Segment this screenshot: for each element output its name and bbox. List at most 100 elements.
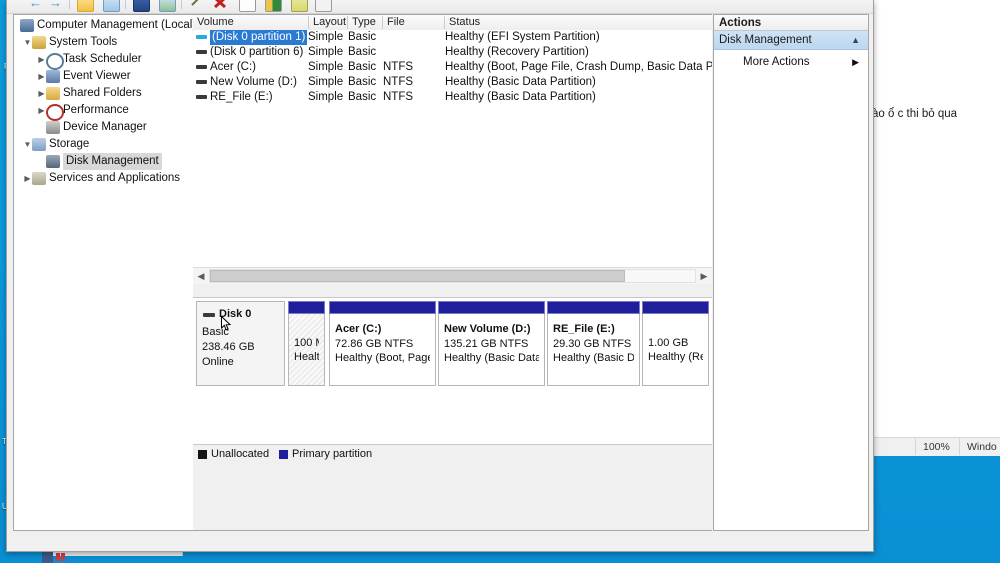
tree-item-task-scheduler[interactable]: ▶ Task Scheduler: [14, 51, 193, 70]
volume-name: RE_File (E:): [210, 91, 273, 103]
taskbar-icon-area[interactable]: [40, 552, 80, 563]
folder-icon[interactable]: [77, 0, 94, 12]
volume-type: Basic: [348, 76, 377, 88]
legend-label: Unallocated: [211, 448, 270, 460]
partition-body[interactable]: 1.00 GB Healthy (Re: [642, 314, 709, 386]
tree-item-shared-folders[interactable]: ▶ Shared Folders: [14, 85, 193, 102]
refresh-icon[interactable]: [159, 0, 176, 12]
storage-icon: [32, 138, 46, 151]
partition-block[interactable]: Acer (C:) 72.86 GB NTFS Healthy (Boot, Pag…: [329, 301, 436, 386]
partition-size: 100 M: [294, 337, 319, 349]
partition-body[interactable]: Acer (C:) 72.86 GB NTFS Healthy (Boot, Pag…: [329, 314, 436, 386]
tree-item-computer-management-local[interactable]: Computer Management (Local): [14, 17, 193, 34]
delete-icon[interactable]: [213, 0, 228, 10]
back-arrow-icon[interactable]: ←: [29, 0, 42, 9]
partition-body[interactable]: New Volume (D:) 135.21 GB NTFS Healthy (Ba…: [438, 314, 545, 386]
tree-item-event-viewer[interactable]: ▶ Event Viewer: [14, 68, 193, 85]
partition-block[interactable]: RE_File (E:) 29.30 GB NTFS Healthy (Basic …: [547, 301, 640, 386]
eventlog-icon: [46, 70, 60, 83]
scroll-left-arrow[interactable]: ◀: [193, 268, 209, 284]
volume-layout: Simple: [308, 91, 344, 103]
volume-row[interactable]: RE_File (E:) Simple Basic NTFS Healthy (Basi…: [193, 90, 712, 105]
disk-legend: Unallocated Primary partition: [193, 444, 712, 464]
tree-item-performance[interactable]: ▶ Performance: [14, 102, 193, 121]
devicemanager-icon: [46, 121, 60, 134]
tree-item-label: Computer Management (Local): [37, 19, 194, 31]
volume-row[interactable]: Acer (C:) Simple Basic NTFS Healthy (Boot, P…: [193, 60, 712, 75]
disk-info-panel[interactable]: Disk 0 Basic 238.46 GB Online: [196, 301, 285, 386]
column-header-type[interactable]: Type: [348, 15, 382, 30]
volume-status: Healthy (Basic Data Partition): [445, 76, 596, 88]
partition-size: 1.00 GB: [648, 337, 689, 349]
computer-management-window[interactable]: ← → Computer Management (Local) ▼ System T…: [6, 0, 874, 552]
disk-row-0[interactable]: Disk 0 Basic 238.46 GB Online 100 M Healt…: [196, 301, 710, 386]
volume-status: Healthy (Boot, Page File, Crash Dump, Ba…: [445, 61, 712, 73]
edit-icon[interactable]: [291, 0, 308, 12]
tree-item-services-and-applications[interactable]: ▶ Services and Applications: [14, 170, 193, 187]
partition-color-cap: [329, 301, 436, 314]
partition-block[interactable]: New Volume (D:) 135.21 GB NTFS Healthy (Ba…: [438, 301, 545, 386]
volume-color-icon: [196, 80, 207, 84]
pane-splitter[interactable]: [193, 284, 712, 297]
graphical-disk-view[interactable]: Disk 0 Basic 238.46 GB Online 100 M Healt…: [193, 297, 712, 446]
tree-item-disk-management[interactable]: Disk Management: [14, 153, 193, 170]
submenu-caret-icon[interactable]: ▶: [852, 53, 859, 72]
partition-color-cap: [288, 301, 325, 314]
tree-item-device-manager[interactable]: Device Manager: [14, 119, 193, 136]
actions-pane[interactable]: Actions Disk Management ▲ More Actions ▶: [713, 14, 869, 531]
tree-item-label: Event Viewer: [63, 70, 131, 82]
disk-size: 238.46 GB: [202, 341, 255, 353]
partition-body[interactable]: RE_File (E:) 29.30 GB NTFS Healthy (Basic …: [547, 314, 640, 386]
partition-block[interactable]: 1.00 GB Healthy (Re: [642, 301, 709, 386]
volume-name: (Disk 0 partition 1): [210, 30, 308, 45]
collapse-caret-icon[interactable]: ▲: [851, 31, 860, 50]
statusbar-divider-2: [959, 437, 960, 455]
column-header-volume[interactable]: Volume: [193, 15, 308, 30]
volume-list-hscrollbar[interactable]: ◀ ▶: [193, 267, 712, 284]
scroll-right-arrow[interactable]: ▶: [696, 268, 712, 284]
scroll-thumb[interactable]: [210, 270, 625, 282]
volume-row[interactable]: New Volume (D:) Simple Basic NTFS Healthy (B…: [193, 75, 712, 90]
volume-list[interactable]: (Disk 0 partition 1) Simple Basic Healthy (…: [193, 30, 712, 267]
action-label: More Actions: [743, 56, 810, 68]
action-more-actions[interactable]: More Actions ▶: [714, 53, 868, 72]
forward-arrow-icon[interactable]: →: [49, 0, 62, 9]
actions-group-label: Disk Management: [719, 34, 812, 46]
properties-icon[interactable]: [103, 0, 120, 12]
volume-color-icon: [196, 35, 207, 39]
column-header-filesystem[interactable]: File System: [383, 15, 444, 43]
tree-item-system-tools[interactable]: ▼ System Tools: [14, 34, 193, 51]
window-icon[interactable]: [239, 0, 256, 12]
actions-group-disk-management[interactable]: Disk Management ▲: [714, 31, 868, 50]
tree-item-label: Shared Folders: [63, 87, 142, 99]
volume-layout: Simple: [308, 61, 344, 73]
tree-item-label: Task Scheduler: [63, 53, 142, 65]
toolbar-divider-1: [69, 0, 70, 9]
partition-size: 29.30 GB NTFS: [553, 338, 632, 350]
bar-icon[interactable]: [315, 0, 332, 12]
partition-name-spacer: [294, 323, 319, 337]
volume-status: Healthy (Basic Data Partition): [445, 91, 596, 103]
background-window[interactable]: [868, 0, 1000, 455]
volume-list-header[interactable]: Volume Layout Type File System Status: [193, 15, 712, 43]
help-pointer-icon[interactable]: [189, 0, 204, 10]
tree-item-label: Storage: [49, 138, 90, 150]
toolbar[interactable]: ← →: [7, 0, 873, 14]
volume-status: Healthy (EFI System Partition): [445, 31, 600, 43]
legend-swatch: [279, 450, 288, 459]
statusbar-divider-1: [915, 437, 916, 455]
partition-block[interactable]: 100 M Health: [288, 301, 325, 386]
save-icon[interactable]: [133, 0, 150, 12]
volume-row[interactable]: (Disk 0 partition 6) Simple Basic Healthy (…: [193, 45, 712, 60]
column-header-layout[interactable]: Layout: [309, 15, 347, 30]
column-header-status[interactable]: Status: [445, 15, 712, 30]
console-tree-pane[interactable]: Computer Management (Local) ▼ System Tools…: [13, 14, 194, 531]
legend-icon[interactable]: [265, 0, 282, 12]
tree-item-storage[interactable]: ▼ Storage: [14, 136, 193, 153]
legend-swatch: [198, 450, 207, 459]
partition-color-cap: [438, 301, 545, 314]
volume-row[interactable]: (Disk 0 partition 1) Simple Basic Healthy (…: [193, 30, 712, 45]
volume-type: Basic: [348, 31, 377, 43]
results-pane[interactable]: Volume Layout Type File System Status (D…: [193, 14, 712, 531]
partition-body[interactable]: 100 M Health: [288, 314, 325, 386]
